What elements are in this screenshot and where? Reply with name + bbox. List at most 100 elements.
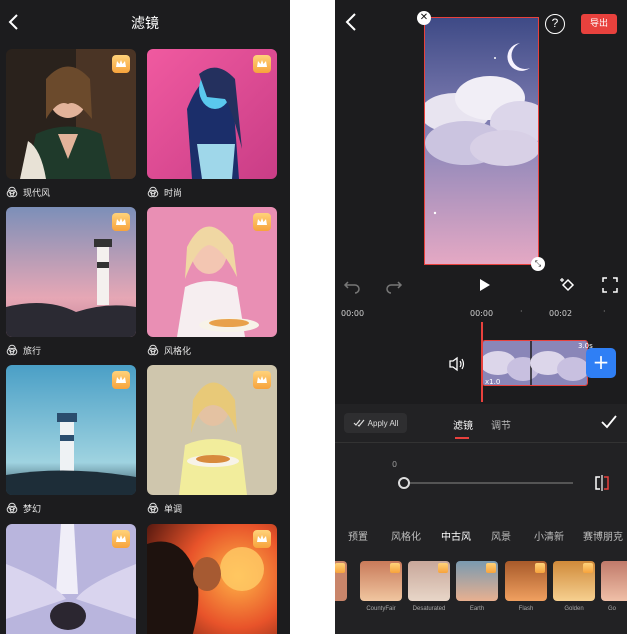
premium-crown-icon (112, 371, 130, 389)
premium-crown-icon (112, 530, 130, 548)
category-scenery[interactable]: 风景 (491, 528, 511, 543)
close-icon[interactable]: ✕ (417, 11, 431, 25)
filter-name: 旅行 (23, 346, 42, 357)
double-check-icon (353, 419, 365, 427)
premium-crown-icon (253, 371, 271, 389)
filter-card-label: 单调 (147, 500, 182, 516)
divider (335, 442, 627, 443)
video-preview[interactable] (424, 17, 539, 265)
ruler-tick-0: 00:00 (470, 309, 494, 318)
redo-icon[interactable] (385, 276, 403, 294)
filter-thumb-earth[interactable] (456, 561, 498, 601)
filter-library-screen: 滤镜 现代风 时尚 旅行 风格化 梦幻 单调 (0, 0, 290, 634)
tab-filter[interactable]: 滤镜 (453, 417, 473, 432)
filter-thumb-go[interactable] (601, 561, 627, 601)
category-stylized[interactable]: 风格化 (391, 528, 421, 543)
filter-card-modern[interactable]: 现代风 (6, 49, 136, 199)
filter-thumb-golden[interactable] (553, 561, 595, 601)
filter-thumbnail (147, 365, 277, 495)
filter-name-desaturated: Desaturated (412, 606, 446, 612)
category-vintage[interactable]: 中古风 (441, 528, 471, 543)
category-cyberpunk[interactable]: 赛博朋克 (583, 528, 623, 543)
keyframe-icon[interactable] (559, 276, 577, 294)
filter-name: 风格化 (164, 346, 192, 357)
filter-icon (6, 186, 18, 198)
filter-thumb-flash[interactable] (505, 561, 547, 601)
filter-thumbnails: CountyFair Desaturated Earth Flash Golde… (335, 561, 627, 623)
filter-card-8[interactable] (147, 524, 277, 634)
filter-icon (147, 344, 159, 356)
filter-name-go: Go (607, 606, 616, 612)
filter-name-golden: Golden (564, 606, 584, 612)
filter-name: 时尚 (164, 188, 183, 199)
export-button[interactable]: 导出 (581, 14, 617, 34)
filter-icon (6, 344, 18, 356)
filter-icon (6, 502, 18, 514)
add-clip-button[interactable]: + (586, 348, 616, 378)
clip-speed: x1.0 (485, 378, 501, 386)
filter-thumb-countyfair[interactable] (360, 561, 402, 601)
premium-crown-icon (253, 530, 271, 548)
ruler-tick-1: 00:02 (549, 309, 573, 318)
volume-icon[interactable] (448, 356, 466, 372)
filter-thumbnail (6, 524, 136, 634)
premium-crown-icon (112, 55, 130, 73)
current-time: 00:00 (341, 309, 365, 318)
fullscreen-icon[interactable] (601, 276, 619, 294)
category-fresh[interactable]: 小清新 (534, 528, 564, 543)
filter-card-dreamy[interactable]: 梦幻 (6, 365, 136, 515)
back-icon[interactable] (343, 12, 359, 32)
filter-name: 单调 (164, 504, 183, 515)
filter-card-label: 时尚 (147, 184, 182, 200)
filter-thumbnail (6, 207, 136, 337)
premium-crown-icon (112, 213, 130, 231)
intensity-slider[interactable] (403, 482, 573, 484)
filter-name: 梦幻 (23, 504, 42, 515)
filter-icon (147, 186, 159, 198)
filter-card-label: 风格化 (147, 342, 191, 358)
tab-underline (455, 437, 469, 439)
premium-crown-icon (253, 55, 271, 73)
confirm-check-icon[interactable] (600, 414, 618, 430)
filter-thumb-desaturated[interactable] (408, 561, 450, 601)
filter-thumb-0[interactable] (335, 561, 347, 601)
page-title: 滤镜 (131, 16, 159, 32)
play-icon[interactable] (475, 276, 493, 294)
filter-card-label: 现代风 (6, 184, 50, 200)
filter-panel: Apply All 滤镜 调节 0 预置 风格化 中古风 风景 小清新 赛博朋克… (335, 404, 627, 634)
ruler-dot: · (603, 307, 606, 316)
filter-icon (147, 502, 159, 514)
video-editor-screen: ? 导出 ✕ ⤡ 00:00 00:00 · 00:02 · 3.0s x1.0… (335, 0, 627, 634)
filter-card-fashion[interactable]: 时尚 (147, 49, 277, 199)
filter-card-7[interactable] (6, 524, 136, 634)
filter-name-countyfair: CountyFair (366, 606, 396, 612)
undo-icon[interactable] (343, 276, 361, 294)
filter-card-mono[interactable]: 单调 (147, 365, 277, 515)
filter-categories: 预置 风格化 中古风 风景 小清新 赛博朋克 (335, 528, 627, 544)
premium-crown-icon (253, 213, 271, 231)
filter-thumbnail (147, 207, 277, 337)
playhead[interactable] (481, 322, 483, 402)
filter-name: 现代风 (23, 188, 51, 199)
filter-card-stylized[interactable]: 风格化 (147, 207, 277, 357)
filter-name-flash: Flash (518, 606, 534, 612)
filter-card-travel[interactable]: 旅行 (6, 207, 136, 357)
category-preset[interactable]: 预置 (348, 528, 368, 543)
resize-icon[interactable]: ⤡ (531, 257, 545, 271)
apply-all-button[interactable]: Apply All (344, 413, 407, 433)
tab-adjust[interactable]: 调节 (491, 417, 511, 432)
filter-name-earth: Earth (469, 606, 485, 612)
help-button[interactable]: ? (545, 14, 565, 34)
filter-card-label: 旅行 (6, 342, 41, 358)
filter-thumbnail (147, 524, 277, 634)
filter-thumbnail (147, 49, 277, 179)
apply-all-label: Apply All (367, 418, 399, 428)
slider-value: 0 (392, 460, 398, 469)
slider-handle[interactable] (398, 477, 410, 489)
compare-icon[interactable] (593, 475, 611, 491)
filter-thumbnail (6, 365, 136, 495)
ruler-dot: · (520, 307, 523, 316)
filter-card-label: 梦幻 (6, 500, 41, 516)
filter-thumbnail (6, 49, 136, 179)
header: 滤镜 (0, 0, 290, 44)
